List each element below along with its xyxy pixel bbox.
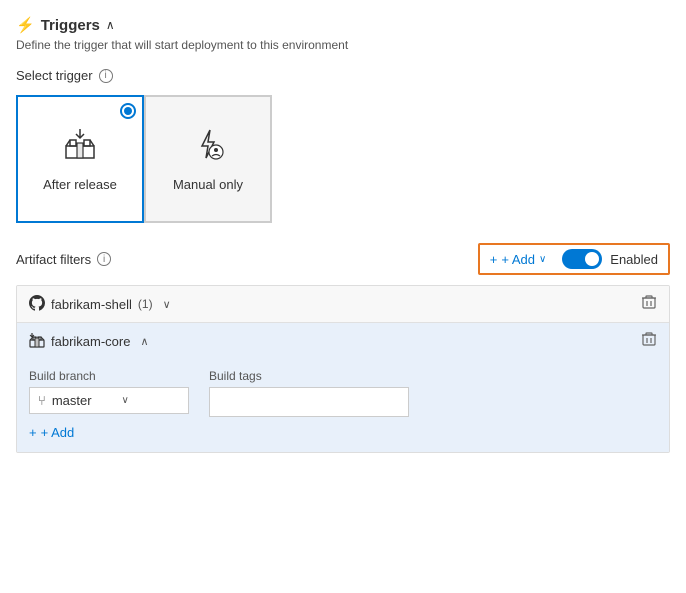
artifact-row-fabrikam-shell: fabrikam-shell (1) ∨: [17, 286, 669, 323]
after-release-label: After release: [43, 177, 117, 192]
github-icon: [29, 295, 45, 314]
after-release-icon: [62, 126, 98, 169]
manual-only-label: Manual only: [173, 177, 243, 192]
artifact-row-left-shell: fabrikam-shell (1) ∨: [29, 295, 171, 314]
triggers-section: ⚡ Triggers ∧ Define the trigger that wil…: [16, 16, 670, 453]
trigger-card-after-release[interactable]: After release: [16, 95, 144, 223]
artifact-add-button[interactable]: + + Add ∨: [490, 252, 547, 267]
add-filter-icon: +: [29, 425, 37, 440]
radio-selected: [120, 103, 136, 119]
fabrikam-shell-chevron[interactable]: ∨: [163, 298, 171, 311]
fabrikam-shell-name: fabrikam-shell: [51, 297, 132, 312]
add-filter-label: + Add: [41, 425, 75, 440]
build-branch-value: ⑂ master: [38, 393, 92, 408]
artifact-filters-section: Artifact filters i + + Add ∨ Enabled: [16, 243, 670, 453]
build-branch-select[interactable]: ⑂ master ∨: [29, 387, 189, 414]
add-filter-button[interactable]: + + Add: [29, 425, 74, 440]
select-trigger-label: Select trigger: [16, 68, 93, 83]
build-branch-label: Build branch: [29, 369, 189, 383]
section-header: ⚡ Triggers ∧: [16, 16, 670, 34]
select-trigger-row: Select trigger i: [16, 68, 670, 83]
enabled-toggle[interactable]: [562, 249, 602, 269]
build-branch-col: Build branch ⑂ master ∨: [29, 369, 189, 417]
trigger-card-manual-only[interactable]: Manual only: [144, 95, 272, 223]
branch-dropdown-chevron: ∨: [122, 395, 129, 406]
artifact-filters-header: Artifact filters i + + Add ∨ Enabled: [16, 243, 670, 275]
build-tags-col: Build tags: [209, 369, 409, 417]
fabrikam-core-name: fabrikam-core: [51, 334, 130, 349]
artifact-filters-label: Artifact filters: [16, 252, 91, 267]
build-filters-row: Build branch ⑂ master ∨ Build tags: [29, 369, 657, 417]
branch-value-text: master: [52, 393, 92, 408]
toggle-container: Enabled: [562, 249, 658, 269]
build-tags-input[interactable]: [209, 387, 409, 417]
fabrikam-core-expanded-content: Build branch ⑂ master ∨ Build tags: [17, 359, 669, 452]
fabrikam-core-chevron[interactable]: ∧: [140, 335, 148, 348]
triggers-icon: ⚡: [16, 16, 35, 34]
artifact-row-left-core: fabrikam-core ∧: [29, 332, 149, 351]
toggle-label: Enabled: [610, 252, 658, 267]
trigger-cards: After release Manual only: [16, 95, 670, 223]
add-label: + Add: [501, 252, 535, 267]
branch-icon: ⑂: [38, 393, 46, 408]
section-title: Triggers: [41, 17, 100, 34]
artifact-filters-controls: + + Add ∨ Enabled: [478, 243, 670, 275]
build-icon: [29, 332, 45, 351]
artifact-filters-info-icon[interactable]: i: [97, 252, 111, 266]
artifact-table: fabrikam-shell (1) ∨: [16, 285, 670, 453]
artifact-row-fabrikam-core: fabrikam-core ∧: [17, 323, 669, 359]
add-chevron-icon: ∨: [539, 254, 546, 265]
artifact-filters-left: Artifact filters i: [16, 252, 111, 267]
fabrikam-shell-delete-icon[interactable]: [641, 294, 657, 314]
plus-icon: +: [490, 252, 498, 267]
build-tags-label: Build tags: [209, 369, 409, 383]
fabrikam-core-delete-icon[interactable]: [641, 331, 657, 351]
trigger-info-icon[interactable]: i: [99, 69, 113, 83]
chevron-up-icon[interactable]: ∧: [106, 18, 115, 32]
fabrikam-shell-count: (1): [138, 297, 153, 311]
section-subtitle: Define the trigger that will start deplo…: [16, 38, 670, 52]
manual-only-icon: [190, 126, 226, 169]
